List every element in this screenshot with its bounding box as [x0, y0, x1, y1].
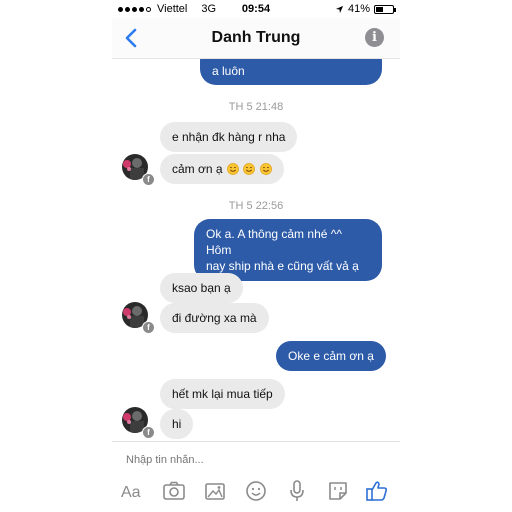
message-text: a luôn — [212, 64, 245, 78]
messenger-badge-icon: f — [142, 321, 155, 334]
message-text: hết mk lại mua tiếp — [172, 387, 273, 401]
messenger-badge-icon: f — [142, 426, 155, 439]
messenger-badge-icon: f — [142, 173, 155, 186]
contact-name[interactable]: Danh Trung — [112, 29, 400, 47]
message-text: hi — [172, 417, 182, 431]
sticker-icon — [329, 482, 347, 500]
gallery-icon — [205, 483, 225, 500]
message-text: Oke e cảm ơn ạ — [288, 349, 374, 363]
info-button[interactable]: i — [365, 28, 384, 47]
microphone-icon — [290, 480, 304, 501]
composer: Aa — [112, 441, 400, 512]
battery-percent: 41% — [347, 3, 370, 15]
sticker-button[interactable] — [325, 478, 351, 504]
message-outgoing[interactable]: a luôn — [200, 59, 382, 85]
text-format-icon: Aa — [121, 484, 141, 501]
message-incoming[interactable]: e nhận đk hàng r nha — [160, 122, 298, 152]
gallery-button[interactable] — [202, 478, 228, 504]
info-icon: i — [372, 30, 377, 45]
smile-emoji-icon — [259, 163, 272, 175]
message-incoming[interactable]: cảm ơn ạ — [160, 154, 284, 184]
timestamp: TH 5 21:48 — [228, 101, 284, 113]
like-icon — [366, 481, 388, 501]
conversation-header: Danh Trung i — [112, 18, 400, 59]
location-arrow-icon — [335, 5, 344, 13]
message-text: cảm ơn ạ — [172, 162, 223, 176]
battery-level — [376, 6, 383, 12]
emoji-icon — [246, 481, 266, 501]
composer-toolbar: Aa — [112, 478, 400, 504]
phone-screen: Viettel 3G 09:54 41% Danh Trung i a luôn… — [112, 0, 400, 512]
camera-button[interactable] — [161, 478, 187, 504]
camera-icon — [163, 481, 185, 500]
message-incoming[interactable]: hết mk lại mua tiếp — [160, 379, 285, 409]
battery-icon — [374, 4, 396, 14]
message-text-line: nay ship nhà e cũng vất vả ạ — [206, 259, 359, 273]
timestamp: TH 5 22:56 — [228, 200, 284, 212]
message-text: e nhận đk hàng r nha — [172, 130, 286, 144]
smile-emoji-icon — [243, 163, 256, 175]
like-button[interactable] — [364, 478, 390, 504]
message-outgoing[interactable]: Oke e cảm ơn ạ — [276, 341, 386, 371]
smile-emoji-icon — [227, 163, 239, 175]
message-incoming[interactable]: hi — [160, 409, 194, 439]
message-incoming[interactable]: đi đường xa mà — [160, 303, 269, 333]
message-text-line: Ok a. A thông cảm nhé ^^ Hôm — [206, 227, 343, 257]
message-text: đi đường xa mà — [172, 311, 257, 325]
microphone-button[interactable] — [284, 478, 310, 504]
svg-text:Aa: Aa — [121, 484, 141, 501]
message-text: ksao bạn ạ — [172, 281, 231, 295]
emoji-button[interactable] — [243, 478, 269, 504]
message-outgoing[interactable]: Ok a. A thông cảm nhé ^^ Hôm nay ship nh… — [194, 219, 382, 281]
message-list[interactable]: a luôn TH 5 21:48 e nhận đk hàng r nha c… — [112, 59, 400, 441]
message-incoming[interactable]: ksao bạn ạ — [160, 273, 243, 303]
text-format-button[interactable]: Aa — [120, 478, 146, 504]
status-bar: Viettel 3G 09:54 41% — [112, 0, 400, 18]
message-input[interactable] — [126, 454, 376, 466]
